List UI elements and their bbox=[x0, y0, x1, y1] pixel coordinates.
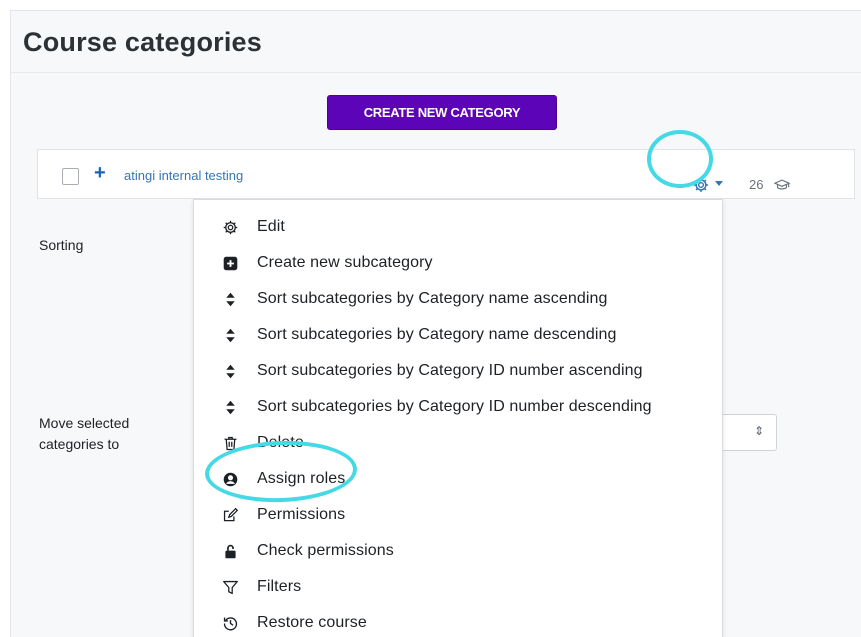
course-count: 26 bbox=[749, 177, 764, 192]
category-select-checkbox[interactable] bbox=[62, 168, 79, 185]
filter-icon bbox=[222, 579, 239, 596]
menu-item-sort-id-desc[interactable]: Sort subcategories by Category ID number… bbox=[194, 390, 722, 426]
menu-item-assign-roles[interactable]: Assign roles bbox=[194, 462, 722, 498]
menu-item-label: Filters bbox=[257, 578, 302, 595]
graduation-cap-icon bbox=[773, 178, 791, 190]
menu-item-label: Restore course bbox=[257, 614, 367, 631]
create-new-category-button[interactable]: CREATE NEW CATEGORY bbox=[327, 95, 557, 130]
chevron-down-icon[interactable] bbox=[715, 181, 723, 186]
menu-item-label: Sort subcategories by Category ID number… bbox=[257, 398, 652, 415]
menu-item-permissions[interactable]: Permissions bbox=[194, 498, 722, 534]
category-row: + atingi internal testing 26 bbox=[37, 149, 855, 199]
category-name-link[interactable]: atingi internal testing bbox=[124, 168, 243, 183]
restore-icon bbox=[222, 615, 239, 632]
menu-item-label: Sort subcategories by Category ID number… bbox=[257, 362, 643, 379]
menu-item-create-subcategory[interactable]: Create new subcategory bbox=[194, 246, 722, 282]
page-header: Course categories bbox=[11, 11, 861, 73]
menu-item-filters[interactable]: Filters bbox=[194, 570, 722, 606]
menu-item-label: Check permissions bbox=[257, 542, 394, 559]
menu-item-restore-course[interactable]: Restore course bbox=[194, 606, 722, 637]
menu-item-sort-name-asc[interactable]: Sort subcategories by Category name asce… bbox=[194, 282, 722, 318]
menu-item-sort-id-asc[interactable]: Sort subcategories by Category ID number… bbox=[194, 354, 722, 390]
sorting-label: Sorting bbox=[39, 237, 84, 253]
trash-icon bbox=[222, 435, 239, 452]
menu-item-label: Edit bbox=[257, 218, 285, 235]
gear-icon[interactable] bbox=[692, 176, 710, 194]
menu-item-label: Delete bbox=[257, 434, 304, 451]
menu-item-label: Sort subcategories by Category name desc… bbox=[257, 326, 617, 343]
sort-icon bbox=[222, 363, 239, 380]
user-circle-icon bbox=[222, 471, 239, 488]
select-arrows-icon: ⇕ bbox=[753, 424, 764, 438]
menu-item-label: Permissions bbox=[257, 506, 346, 523]
sort-icon bbox=[222, 399, 239, 416]
page-title: Course categories bbox=[23, 27, 262, 57]
menu-item-label: Sort subcategories by Category name asce… bbox=[257, 290, 608, 307]
menu-item-check-permissions[interactable]: Check permissions bbox=[194, 534, 722, 570]
gear-icon bbox=[222, 219, 239, 236]
plus-square-icon bbox=[222, 255, 239, 272]
menu-item-edit[interactable]: Edit bbox=[194, 210, 722, 246]
sort-icon bbox=[222, 327, 239, 344]
menu-item-label: Assign roles bbox=[257, 470, 346, 487]
unlock-icon bbox=[222, 543, 239, 560]
move-selected-label: Move selected categories to bbox=[39, 415, 130, 452]
menu-item-label: Create new subcategory bbox=[257, 254, 433, 271]
menu-item-delete[interactable]: Delete bbox=[194, 426, 722, 462]
course-categories-page: Course categories CREATE NEW CATEGORY + … bbox=[10, 10, 861, 637]
edit-icon bbox=[222, 507, 239, 524]
sort-icon bbox=[222, 291, 239, 308]
category-actions-menu: Edit Create new subcategory Sort subcate… bbox=[193, 199, 723, 637]
expand-category-icon[interactable]: + bbox=[94, 162, 106, 185]
menu-item-sort-name-desc[interactable]: Sort subcategories by Category name desc… bbox=[194, 318, 722, 354]
